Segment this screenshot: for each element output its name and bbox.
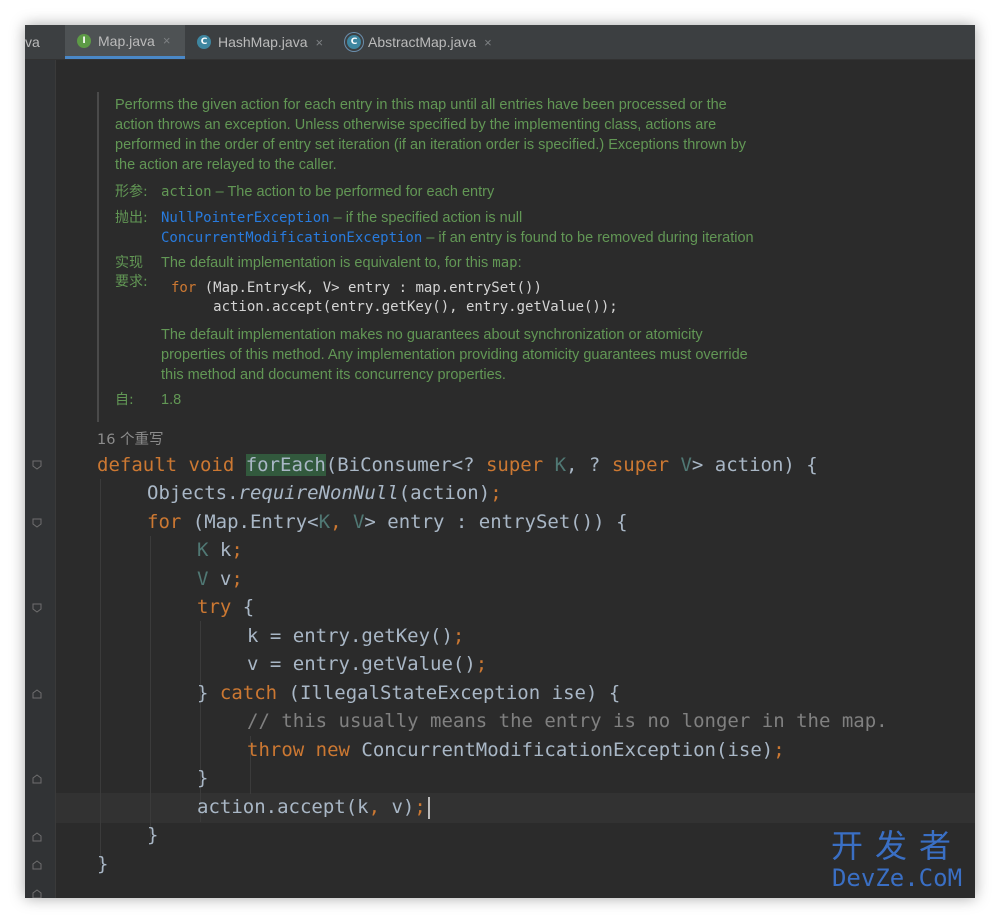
code-line: V v; <box>197 568 243 590</box>
doc-throws-label: 抛出: <box>115 210 148 226</box>
exception-link[interactable]: NullPointerException <box>161 210 330 226</box>
editor-tab-bar: va I Map.java × C HashMap.java × C Abstr… <box>25 25 975 60</box>
text-caret <box>427 796 430 819</box>
doc-code-line: for (Map.Entry<K, V> entry : map.entrySe… <box>171 280 542 296</box>
doc-description-line: the action are relayed to the caller. <box>115 157 337 173</box>
close-icon[interactable]: × <box>163 33 171 48</box>
doc-code-line: action.accept(entry.getKey(), entry.getV… <box>171 299 618 315</box>
code-line: Objects.requireNonNull(action); <box>147 482 502 504</box>
close-icon[interactable]: × <box>484 35 492 50</box>
fold-end-icon[interactable] <box>32 889 42 898</box>
tab-abstractmap-java[interactable]: C AbstractMap.java × <box>335 25 527 59</box>
doc-throws-entry: ConcurrentModificationException – if an … <box>161 228 754 248</box>
tab-label: HashMap.java <box>218 34 308 50</box>
overrides-inlay-hint[interactable]: 16 个重写 <box>97 428 164 449</box>
code-line: } <box>147 824 159 846</box>
code-line: default void forEach(BiConsumer<? super … <box>97 454 818 476</box>
doc-param-label: 形参: <box>115 184 148 200</box>
tab-label: va <box>25 34 40 50</box>
doc-impl-note-line: The default implementation makes no guar… <box>161 327 703 343</box>
fold-marker-icon[interactable] <box>32 460 42 470</box>
doc-throws-entry: NullPointerException – if the specified … <box>161 208 522 228</box>
fold-marker-icon[interactable] <box>32 603 42 613</box>
watermark-text: DevZe.CoM <box>831 864 963 892</box>
close-icon[interactable]: × <box>316 35 324 50</box>
tab-map-java[interactable]: I Map.java × <box>65 25 185 59</box>
doc-description-line: performed in the order of entry set iter… <box>115 137 747 153</box>
watermark-logo: 开发者 DevZe.CoM <box>831 828 963 892</box>
code-line: } <box>197 767 209 789</box>
code-line: try { <box>197 596 255 618</box>
doc-impl-intro: The default implementation is equivalent… <box>161 255 522 271</box>
doc-impl-label: 要求: <box>115 274 148 290</box>
code-line: k = entry.getKey(); <box>247 625 465 647</box>
code-comment-line: // this usually means the entry is no lo… <box>247 710 888 732</box>
fold-end-icon[interactable] <box>32 860 42 870</box>
tab-label: AbstractMap.java <box>368 34 477 50</box>
code-line-current: action.accept(k, v); <box>197 793 430 821</box>
tab-hashmap-java[interactable]: C HashMap.java × <box>185 25 347 59</box>
watermark-text: 开发者 <box>830 827 963 865</box>
fold-end-icon[interactable] <box>32 832 42 842</box>
code-line: for (Map.Entry<K, V> entry : entrySet())… <box>147 511 628 533</box>
doc-param-name: action <box>161 184 212 200</box>
doc-throws-desc: – if the specified action is null <box>329 210 523 226</box>
javadoc-rendered-block: Performs the given action for each entry… <box>97 92 904 422</box>
editor-gutter[interactable] <box>25 60 56 898</box>
code-line: } <box>97 853 109 875</box>
doc-impl-note-line: properties of this method. Any implement… <box>161 347 748 363</box>
fold-marker-icon[interactable] <box>32 518 42 528</box>
doc-description-line: action throws an exception. Unless other… <box>115 117 717 133</box>
code-line: } catch (IllegalStateException ise) { <box>197 682 621 704</box>
abstract-class-icon: C <box>347 35 361 49</box>
tab-label: Map.java <box>98 32 155 49</box>
current-line-highlight <box>56 793 975 823</box>
code-line: v = entry.getValue(); <box>247 653 488 675</box>
ide-window: va I Map.java × C HashMap.java × C Abstr… <box>25 25 975 898</box>
code-line: throw new ConcurrentModificationExceptio… <box>247 739 785 761</box>
doc-description-line: Performs the given action for each entry… <box>115 97 727 113</box>
interface-icon: I <box>77 33 91 48</box>
indent-guide <box>150 536 151 837</box>
doc-param-entry: action – The action to be performed for … <box>161 182 494 202</box>
class-icon: C <box>197 35 211 49</box>
fold-end-icon[interactable] <box>32 774 42 784</box>
doc-since-label: 自: <box>115 392 134 408</box>
doc-impl-note-line: this method and document its concurrency… <box>161 367 506 383</box>
doc-since-value: 1.8 <box>161 392 182 408</box>
doc-param-desc: – The action to be performed for each en… <box>211 184 495 200</box>
method-name-highlight: forEach <box>245 454 326 476</box>
doc-impl-label: 实现 <box>115 255 143 271</box>
fold-end-icon[interactable] <box>32 689 42 699</box>
code-line: K k; <box>197 539 243 561</box>
doc-throws-desc: – if an entry is found to be removed dur… <box>422 230 754 246</box>
indent-guide <box>100 479 101 865</box>
tab-truncated[interactable]: va <box>25 25 65 59</box>
exception-link[interactable]: ConcurrentModificationException <box>161 230 422 246</box>
